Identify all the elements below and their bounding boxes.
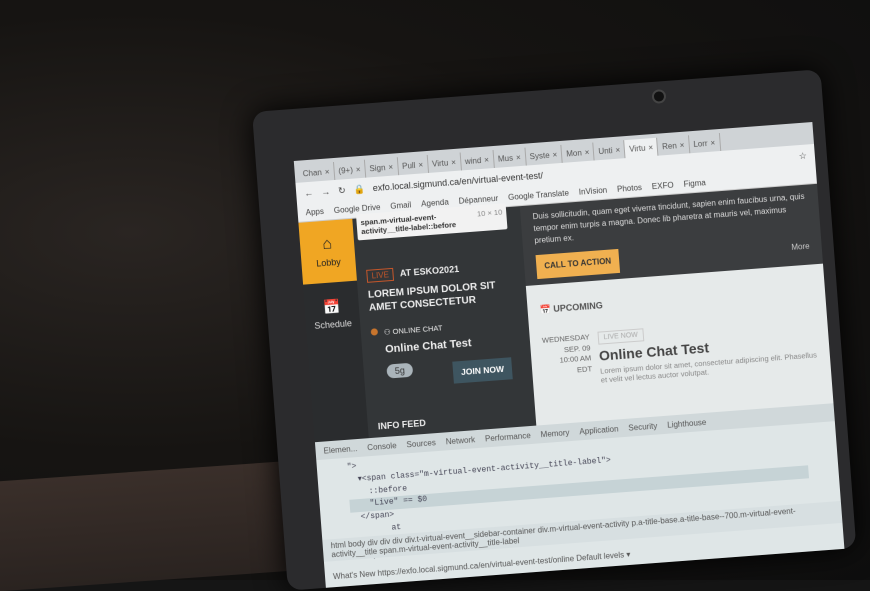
calendar-icon: 📅 [539, 303, 554, 315]
browser-tab[interactable]: Ren × [657, 135, 691, 156]
tab-label: Pull [401, 160, 416, 171]
devtools-tab[interactable]: Performance [485, 431, 531, 443]
tab-label: Mon [565, 147, 583, 159]
main-content: Duis sollicitudin, quam eget viverra tin… [519, 183, 834, 426]
lock-icon: 🔒 [353, 183, 366, 195]
bookmark-item[interactable]: Figma [683, 178, 706, 189]
nav-schedule[interactable]: 📅 Schedule [303, 281, 361, 347]
event-location: AT ESKO2021 [399, 263, 460, 279]
tab-label: Lorr [693, 138, 708, 149]
close-icon[interactable]: × [679, 140, 684, 149]
tab-label: Virtu [431, 157, 449, 169]
close-icon[interactable]: × [615, 145, 620, 154]
calendar-icon: 📅 [322, 297, 342, 315]
join-now-button[interactable]: JOIN NOW [452, 357, 513, 384]
back-icon[interactable]: ← [304, 188, 314, 199]
close-icon[interactable]: × [418, 160, 423, 169]
tab-label: (9+) [338, 165, 354, 176]
browser-tab[interactable]: Virtu × [427, 152, 462, 173]
bookmark-item[interactable]: Photos [617, 183, 643, 194]
bookmark-item[interactable]: Google Translate [508, 188, 569, 202]
close-icon[interactable]: × [584, 147, 589, 156]
activity-title: LOREM IPSUM DOLOR SIT AMET CONSECTETUR [367, 280, 496, 314]
tooltip-size: 10 × 10 [476, 207, 503, 219]
devtools-tab[interactable]: Network [445, 435, 475, 446]
close-icon[interactable]: × [516, 152, 521, 161]
tag-pill: 5g [386, 362, 414, 379]
live-badge: LIVE [366, 267, 395, 283]
webcam-icon [651, 88, 667, 104]
devtools-tab[interactable]: Elemen... [323, 444, 357, 456]
bookmark-item[interactable]: Gmail [390, 200, 412, 211]
close-icon[interactable]: × [710, 138, 715, 147]
tab-label: Mus [497, 153, 514, 164]
reload-icon[interactable]: ↻ [338, 185, 346, 197]
close-icon[interactable]: × [356, 165, 361, 174]
browser-tab[interactable]: Sign × [364, 157, 399, 178]
bookmark-item[interactable]: Apps [305, 207, 324, 217]
tab-label: Unti [598, 145, 613, 156]
close-icon[interactable]: × [451, 157, 456, 166]
bookmark-item[interactable]: InVision [579, 186, 608, 197]
devtools-tab[interactable]: Console [367, 441, 397, 452]
nav-lobby[interactable]: ⌂ Lobby [298, 218, 357, 285]
close-icon[interactable]: × [648, 143, 653, 152]
devtools-tab[interactable]: Sources [406, 438, 436, 449]
devtools-tab[interactable]: Lighthouse [667, 417, 707, 429]
laptop-screen: Chan × (9+) × Sign × Pull × Virtu × wind × Mus × Syste… [293, 122, 845, 588]
tab-label: Syste [529, 150, 550, 161]
tab-label: Virtu [628, 143, 646, 154]
browser-tab[interactable]: Lorr × [688, 133, 721, 154]
star-icon[interactable]: ☆ [798, 150, 807, 162]
info-feed-heading: INFO FEED [377, 417, 427, 432]
status-dot [370, 328, 379, 336]
nav-lobby-label: Lobby [315, 256, 342, 269]
devtools-tab[interactable]: Memory [540, 428, 569, 439]
browser-tab[interactable]: Pull × [397, 154, 429, 176]
tab-label: wind [464, 155, 482, 166]
close-icon[interactable]: × [484, 155, 489, 164]
nav-schedule-label: Schedule [314, 317, 353, 331]
page: ⌂ Lobby 📅 Schedule 10 × 10 span.m-virtual-e… [298, 183, 834, 443]
table-surface [0, 458, 320, 591]
devtools-tab[interactable]: Application [579, 424, 619, 436]
call-to-action-button[interactable]: CALL TO ACTION [535, 248, 621, 280]
browser-tab[interactable]: Chan × [298, 162, 336, 183]
browser-tab[interactable]: Unti × [593, 140, 626, 161]
event-tz: EDT [576, 363, 593, 374]
browser-tab[interactable]: Syste × [524, 144, 563, 166]
activity-type: ONLINE CHAT [392, 323, 443, 337]
laptop: Chan × (9+) × Sign × Pull × Virtu × wind × Mus × Syste… [252, 69, 857, 591]
close-icon[interactable]: × [324, 167, 329, 176]
event-sidebar: 10 × 10 span.m-virtual-event-activity__ti… [352, 203, 537, 439]
close-icon[interactable]: × [552, 150, 557, 159]
tab-label: Ren [661, 140, 678, 151]
browser-tab[interactable]: Virtu × [624, 137, 659, 159]
home-icon: ⌂ [321, 235, 333, 254]
event-date: WEDNESDAY SEP. 09 10:00 AM EDT [542, 332, 594, 388]
live-now-badge: LIVE NOW [597, 328, 645, 345]
forward-icon[interactable]: → [321, 186, 331, 197]
browser-tab[interactable]: wind × [460, 150, 495, 171]
more-link[interactable]: More [791, 241, 810, 254]
devtools-tab[interactable]: Security [628, 421, 657, 432]
browser-tab[interactable]: (9+) × [333, 159, 367, 180]
browser-tab[interactable]: Mon × [561, 142, 596, 163]
tooltip-selector: span.m-virtual-event-activity__title-lab… [360, 212, 457, 237]
bookmark-item[interactable]: EXFO [652, 181, 674, 192]
tab-label: Sign [369, 162, 386, 173]
tab-label: Chan [302, 167, 323, 178]
browser-tab[interactable]: Mus × [493, 147, 527, 168]
close-icon[interactable]: × [388, 162, 393, 171]
